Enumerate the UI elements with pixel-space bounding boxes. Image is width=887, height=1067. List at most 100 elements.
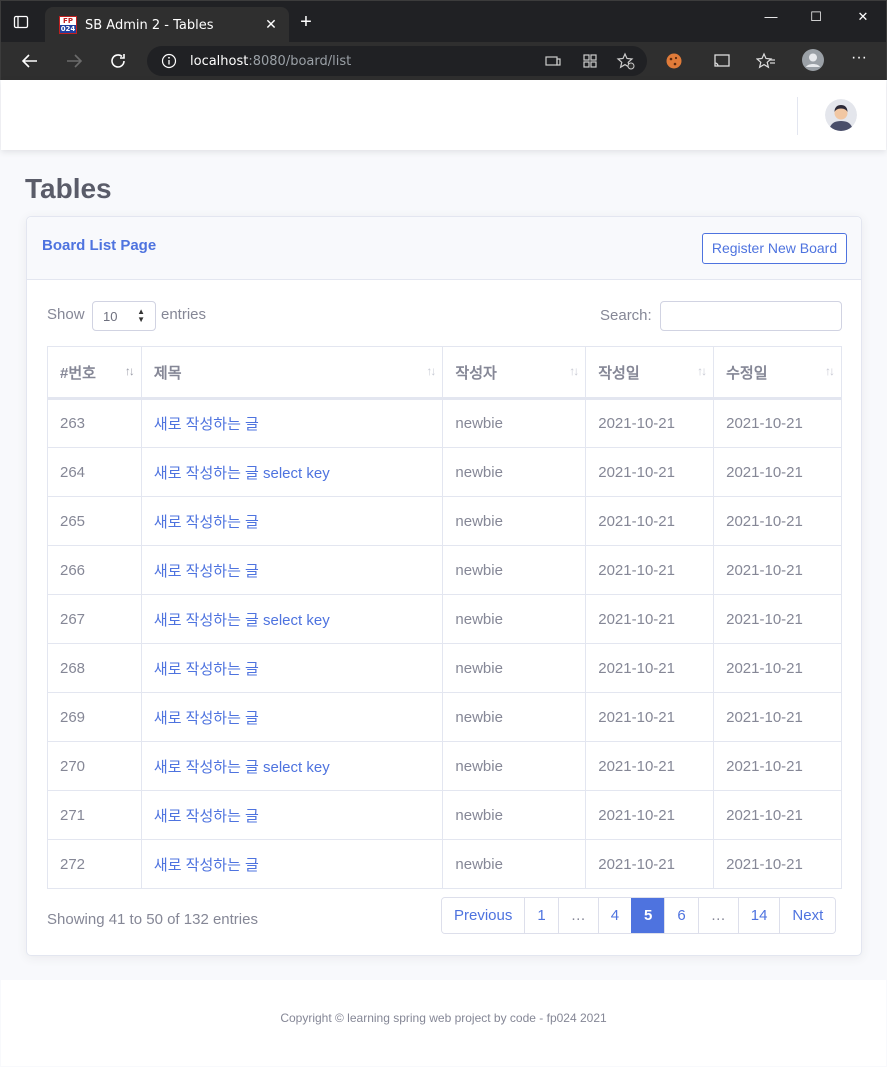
cast-icon[interactable] bbox=[712, 51, 732, 71]
table-body: 263 새로 작성하는 글 newbie 2021-10-21 2021-10-21 26… bbox=[47, 398, 842, 889]
board-title-link[interactable]: 새로 작성하는 글 select key bbox=[154, 465, 330, 482]
close-tab-icon[interactable]: ✕ bbox=[263, 16, 279, 32]
page-button[interactable]: 14 bbox=[737, 898, 780, 933]
cell-regdate: 2021-10-21 bbox=[585, 741, 715, 791]
new-tab-icon[interactable]: + bbox=[297, 12, 315, 32]
cell-title: 새로 작성하는 글 bbox=[140, 643, 444, 693]
page-length-value: 10 bbox=[103, 309, 118, 324]
table-row: 263 새로 작성하는 글 newbie 2021-10-21 2021-10-21 bbox=[47, 398, 842, 448]
cell-writer: newbie bbox=[442, 839, 587, 889]
favorites-icon[interactable] bbox=[756, 51, 776, 71]
cookie-extension-icon[interactable] bbox=[664, 51, 684, 71]
board-title-link[interactable]: 새로 작성하는 글 bbox=[154, 710, 259, 727]
url-text: localhost:8080/board/list bbox=[190, 54, 352, 69]
column-header-updatedate[interactable]: 수정일 ↑↓ bbox=[713, 346, 842, 400]
cell-title: 새로 작성하는 글 bbox=[140, 398, 444, 448]
cell-updatedate: 2021-10-21 bbox=[713, 398, 842, 448]
board-title-link[interactable]: 새로 작성하는 글 bbox=[154, 416, 259, 433]
back-icon[interactable] bbox=[19, 50, 41, 72]
cell-updatedate: 2021-10-21 bbox=[713, 447, 842, 497]
cell-title: 새로 작성하는 글 select key bbox=[140, 447, 444, 497]
browser-tab-strip: FP 024 SB Admin 2 - Tables ✕ + — ☐ ✕ bbox=[0, 0, 887, 43]
device-icon[interactable] bbox=[543, 51, 563, 71]
cell-writer: newbie bbox=[442, 692, 587, 742]
user-avatar[interactable] bbox=[825, 99, 857, 131]
board-title-link[interactable]: 새로 작성하는 글 bbox=[154, 808, 259, 825]
topbar bbox=[1, 80, 886, 150]
board-title-link[interactable]: 새로 작성하는 글 bbox=[154, 661, 259, 678]
forward-icon[interactable] bbox=[63, 50, 85, 72]
cell-bno: 271 bbox=[47, 790, 142, 840]
page-content: Tables Board List Page Register New Boar… bbox=[1, 80, 886, 1066]
cell-regdate: 2021-10-21 bbox=[585, 447, 715, 497]
reload-icon[interactable] bbox=[107, 50, 129, 72]
table-row: 268 새로 작성하는 글 newbie 2021-10-21 2021-10-21 bbox=[47, 643, 842, 693]
site-info-icon[interactable] bbox=[161, 53, 177, 69]
page-length-select[interactable]: 10 ▲ ▼ bbox=[92, 301, 156, 331]
cell-title: 새로 작성하는 글 select key bbox=[140, 594, 444, 644]
column-header-title[interactable]: 제목 ↑↓ bbox=[140, 346, 444, 400]
search-label: Search: bbox=[600, 307, 652, 324]
cell-bno: 270 bbox=[47, 741, 142, 791]
profile-icon[interactable] bbox=[801, 48, 825, 72]
table-row: 265 새로 작성하는 글 newbie 2021-10-21 2021-10-21 bbox=[47, 496, 842, 546]
board-title-link[interactable]: 새로 작성하는 글 select key bbox=[154, 612, 330, 629]
column-header-bno[interactable]: #번호 ↑↓ bbox=[47, 346, 142, 400]
table-header-row: #번호 ↑↓ 제목 ↑↓ 작성자 ↑↓ 작성일 ↑↓ 수정일 ↑↓ bbox=[47, 346, 842, 400]
table-row: 266 새로 작성하는 글 newbie 2021-10-21 2021-10-21 bbox=[47, 545, 842, 595]
cell-writer: newbie bbox=[442, 398, 587, 448]
page-ellipsis: … bbox=[557, 898, 598, 933]
cell-writer: newbie bbox=[442, 496, 587, 546]
table-row: 264 새로 작성하는 글 select key newbie 2021-10-21 2… bbox=[47, 447, 842, 497]
pagination: Previous 1… 4 5 6… 14 Next bbox=[441, 897, 837, 934]
search-input[interactable] bbox=[660, 301, 842, 331]
register-new-board-button[interactable]: Register New Board bbox=[702, 233, 847, 264]
table-row: 270 새로 작성하는 글 select key newbie 2021-10-21 2… bbox=[47, 741, 842, 791]
previous-page-button[interactable]: Previous bbox=[442, 898, 525, 933]
page-button[interactable]: 1 bbox=[524, 898, 558, 933]
cell-title: 새로 작성하는 글 bbox=[140, 545, 444, 595]
board-table: #번호 ↑↓ 제목 ↑↓ 작성자 ↑↓ 작성일 ↑↓ 수정일 ↑↓ 263 새로 작성하는 … bbox=[47, 346, 842, 889]
cell-writer: newbie bbox=[442, 545, 587, 595]
table-row: 271 새로 작성하는 글 newbie 2021-10-21 2021-10-21 bbox=[47, 790, 842, 840]
current-page-button[interactable]: 5 bbox=[631, 898, 665, 933]
add-favorite-icon[interactable] bbox=[616, 51, 636, 71]
cell-updatedate: 2021-10-21 bbox=[713, 496, 842, 546]
topbar-divider bbox=[797, 97, 798, 135]
next-page-button[interactable]: Next bbox=[779, 898, 836, 933]
board-title-link[interactable]: 새로 작성하는 글 bbox=[154, 857, 259, 874]
cell-writer: newbie bbox=[442, 643, 587, 693]
card-header: Board List Page Register New Board bbox=[27, 217, 861, 280]
table-info: Showing 41 to 50 of 132 entries bbox=[47, 911, 258, 928]
entries-label: entries bbox=[161, 306, 207, 323]
page-button[interactable]: 4 bbox=[597, 898, 632, 933]
browser-tab[interactable]: FP 024 SB Admin 2 - Tables ✕ bbox=[45, 7, 289, 43]
cell-writer: newbie bbox=[442, 594, 587, 644]
cell-writer: newbie bbox=[442, 741, 587, 791]
cell-updatedate: 2021-10-21 bbox=[713, 545, 842, 595]
cell-title: 새로 작성하는 글 bbox=[140, 692, 444, 742]
address-bar[interactable]: localhost:8080/board/list bbox=[147, 46, 647, 76]
sort-icon: ↑↓ bbox=[697, 364, 707, 378]
cell-writer: newbie bbox=[442, 447, 587, 497]
board-title-link[interactable]: 새로 작성하는 글 bbox=[154, 514, 259, 531]
cell-bno: 264 bbox=[47, 447, 142, 497]
sort-icon: ↑↓ bbox=[426, 364, 436, 378]
apps-icon[interactable] bbox=[580, 51, 600, 71]
board-title-link[interactable]: 새로 작성하는 글 select key bbox=[154, 759, 330, 776]
select-arrows-icon: ▲ ▼ bbox=[137, 307, 145, 324]
maximize-icon[interactable]: ☐ bbox=[801, 9, 831, 25]
tab-actions-icon[interactable] bbox=[13, 14, 29, 30]
cell-regdate: 2021-10-21 bbox=[585, 643, 715, 693]
column-header-writer[interactable]: 작성자 ↑↓ bbox=[442, 346, 587, 400]
cell-regdate: 2021-10-21 bbox=[585, 545, 715, 595]
column-header-regdate[interactable]: 작성일 ↑↓ bbox=[585, 346, 715, 400]
cell-bno: 269 bbox=[47, 692, 142, 742]
page-button[interactable]: 6 bbox=[664, 898, 698, 933]
minimize-icon[interactable]: — bbox=[756, 9, 786, 25]
browser-toolbar: localhost:8080/board/list ··· bbox=[0, 42, 887, 80]
cell-regdate: 2021-10-21 bbox=[585, 594, 715, 644]
more-icon[interactable]: ··· bbox=[849, 50, 869, 70]
close-window-icon[interactable]: ✕ bbox=[848, 9, 878, 25]
board-title-link[interactable]: 새로 작성하는 글 bbox=[154, 563, 259, 580]
